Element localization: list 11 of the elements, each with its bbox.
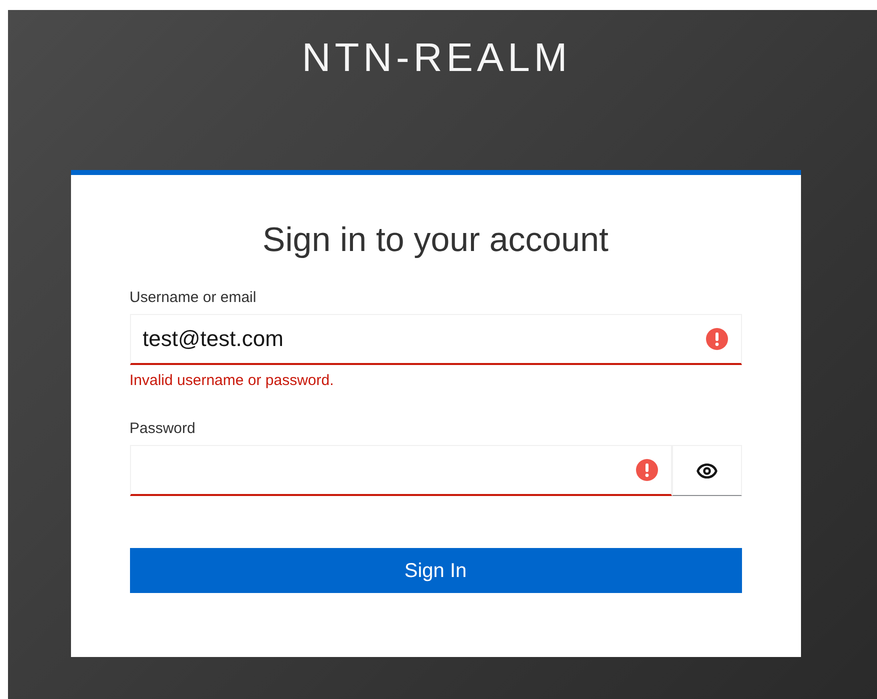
realm-title: NTN-REALM [302,38,572,78]
show-password-button[interactable] [672,445,742,496]
field-label: Password [130,419,196,439]
error-icon [636,459,658,481]
card-heading: Sign in to your account [262,220,608,260]
field-label: Username or email [130,288,256,308]
password-field[interactable] [130,445,672,496]
error-icon [706,328,728,350]
sign-in-button[interactable]: Sign In [130,548,742,593]
username-field[interactable]: test@test.com [130,314,742,365]
error-message: Invalid username or password. [130,371,334,391]
